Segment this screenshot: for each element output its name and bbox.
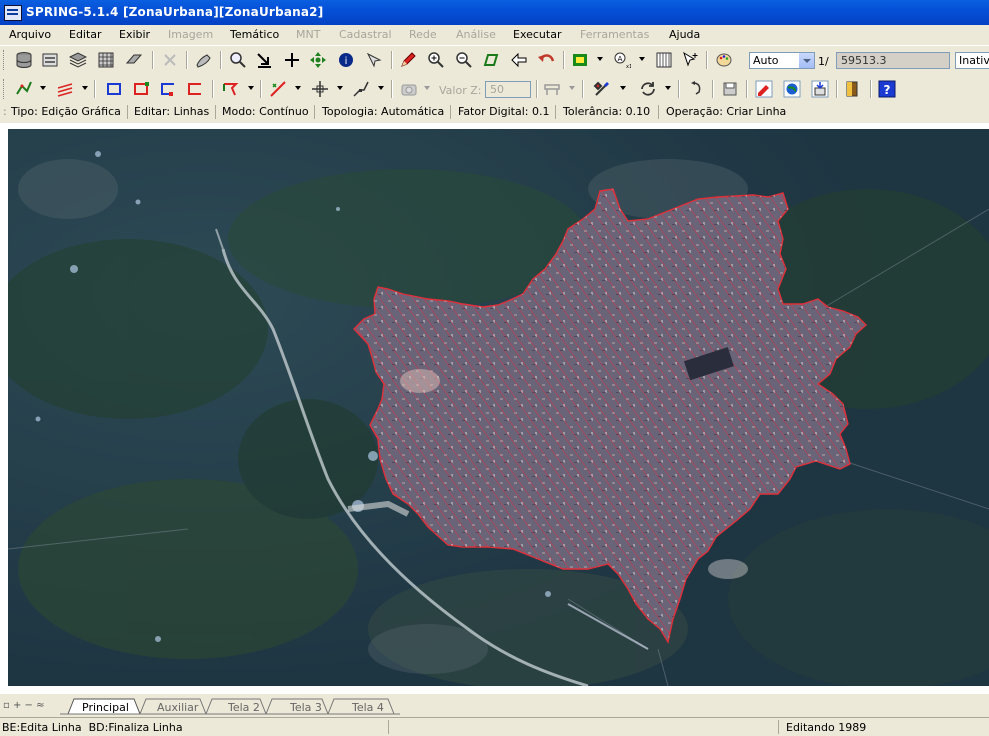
svg-text:A: A [618,55,623,63]
menu-analise: Análise [456,28,496,41]
polygon-tool-icon[interactable] [221,79,241,99]
edit-info-bar: : Tipo: Edição Gráfica Editar: Linhas Mo… [0,103,989,121]
edit-type: Tipo: Edição Gráfica [11,105,121,118]
tab-tela-3[interactable]: Tela 3 [290,701,322,716]
rectangle-nodes-icon[interactable] [131,79,151,99]
export-icon[interactable] [810,79,830,99]
scale-icon[interactable]: Ax1 [612,50,632,70]
edit-digital-factor: Fator Digital: 0.1 [458,105,550,118]
crosshair-icon[interactable] [282,50,302,70]
menu-exibir[interactable]: Exibir [119,28,150,41]
eraser-icon[interactable] [124,50,144,70]
edit-target: Editar: Linhas [134,105,210,118]
tools-icon[interactable] [592,79,612,99]
edit-toolbar: Valor Z: 50 ? [0,75,989,103]
project-icon[interactable] [40,50,60,70]
tab-tela-2[interactable]: Tela 2 [228,701,260,716]
edit-layer-icon[interactable] [754,79,774,99]
svg-text:i: i [345,56,348,67]
window-title: SPRING-5.1.4 [ZonaUrbana][ZonaUrbana2] [26,5,324,19]
lasso-icon[interactable] [481,50,501,70]
menu-imagem: Imagem [168,28,214,41]
svg-text:?: ? [884,83,891,97]
chevron-down-icon[interactable] [798,53,814,68]
save-icon[interactable] [720,79,740,99]
main-toolbar: i Ax1 Auto 1/ 59513.3 Inativ [0,45,989,74]
open-rectangle-icon[interactable] [158,79,178,99]
line-edit-icon[interactable] [14,79,34,99]
edit-mode: Modo: Contínuo [222,105,309,118]
status-bar: BE:Edita Linha BD:Finaliza Linha Editand… [0,717,989,736]
open-rectangle-red-icon[interactable] [185,79,205,99]
tab-auxiliar[interactable]: Auxiliar [157,701,198,716]
pixel-grid-icon[interactable] [654,50,674,70]
menu-editar[interactable]: Editar [69,28,102,41]
pointer-query-icon[interactable] [364,50,384,70]
palette-icon[interactable] [714,50,734,70]
zoom-window-icon[interactable] [254,50,274,70]
svg-text:x1: x1 [626,64,631,69]
redo-icon[interactable] [686,79,706,99]
valor-z-label: Valor Z: [439,84,482,97]
layers-icon[interactable] [68,50,88,70]
database-icon[interactable] [14,50,34,70]
magnifier-icon[interactable] [228,50,248,70]
help-icon[interactable]: ? [877,79,897,99]
info-icon[interactable]: i [336,50,356,70]
tab-scroll-icon[interactable]: ▫ + − ≈ [3,700,44,711]
zoom-mode-select[interactable]: Auto [749,52,815,69]
pencil-icon[interactable] [398,50,418,70]
tab-tela-4[interactable]: Tela 4 [352,701,384,716]
edit-topology: Topologia: Automática [322,105,445,118]
globe-icon[interactable] [782,79,802,99]
draw-icon[interactable] [194,50,214,70]
zoom-in-icon[interactable] [426,50,446,70]
exit-door-icon[interactable] [842,79,862,99]
move-node-icon[interactable] [310,79,330,99]
menu-executar[interactable]: Executar [513,28,562,41]
menu-tematico[interactable]: Temático [230,28,279,41]
table-icon [542,79,562,99]
status-mode: Editando 1989 [786,721,867,734]
scale-input[interactable]: 59513.3 [836,52,950,69]
menu-ferramentas: Ferramentas [580,28,650,41]
map-area [0,123,989,694]
menu-arquivo[interactable]: Arquivo [9,28,51,41]
menu-bar: Arquivo Editar Exibir Imagem Temático MN… [0,25,989,45]
menu-cadastral: Cadastral [339,28,392,41]
menu-mnt: MNT [296,28,321,41]
hatch-icon[interactable] [55,79,75,99]
zoom-mode-value: Auto [753,54,779,67]
canvas-tabs: ▫ + − ≈ Principal Auxiliar Tela 2 Tela 3… [0,698,989,716]
toolbar-grip[interactable] [3,50,7,70]
inactive-select[interactable]: Inativ [955,52,989,69]
view-color-icon[interactable] [570,50,590,70]
zoom-out-icon[interactable] [454,50,474,70]
scale-prefix: 1/ [818,55,829,68]
rotate-icon[interactable] [638,79,658,99]
snap-line-icon[interactable] [268,79,288,99]
map-canvas[interactable] [8,129,989,686]
node-line-icon[interactable] [351,79,371,99]
toolbar-grip[interactable] [3,79,7,99]
edit-operation: Operação: Criar Linha [666,105,787,118]
app-icon[interactable] [4,5,22,21]
tab-principal[interactable]: Principal [82,701,129,716]
status-hint: BE:Edita Linha BD:Finaliza Linha [2,721,183,734]
pan-icon[interactable] [308,50,328,70]
edit-tolerance: Tolerância: 0.10 [563,105,651,118]
valor-z-input: 50 [485,81,531,98]
title-bar: SPRING-5.1.4 [ZonaUrbana][ZonaUrbana2] [0,0,989,25]
camera-icon [399,79,419,99]
menu-rede: Rede [409,28,437,41]
satellite-image[interactable] [8,129,989,686]
add-point-icon[interactable] [680,50,700,70]
menu-ajuda[interactable]: Ajuda [669,28,700,41]
back-arrow-icon[interactable] [509,50,529,70]
rectangle-icon[interactable] [104,79,124,99]
delete-object-icon[interactable] [160,50,180,70]
grid-icon[interactable] [96,50,116,70]
undo-icon[interactable] [536,50,556,70]
